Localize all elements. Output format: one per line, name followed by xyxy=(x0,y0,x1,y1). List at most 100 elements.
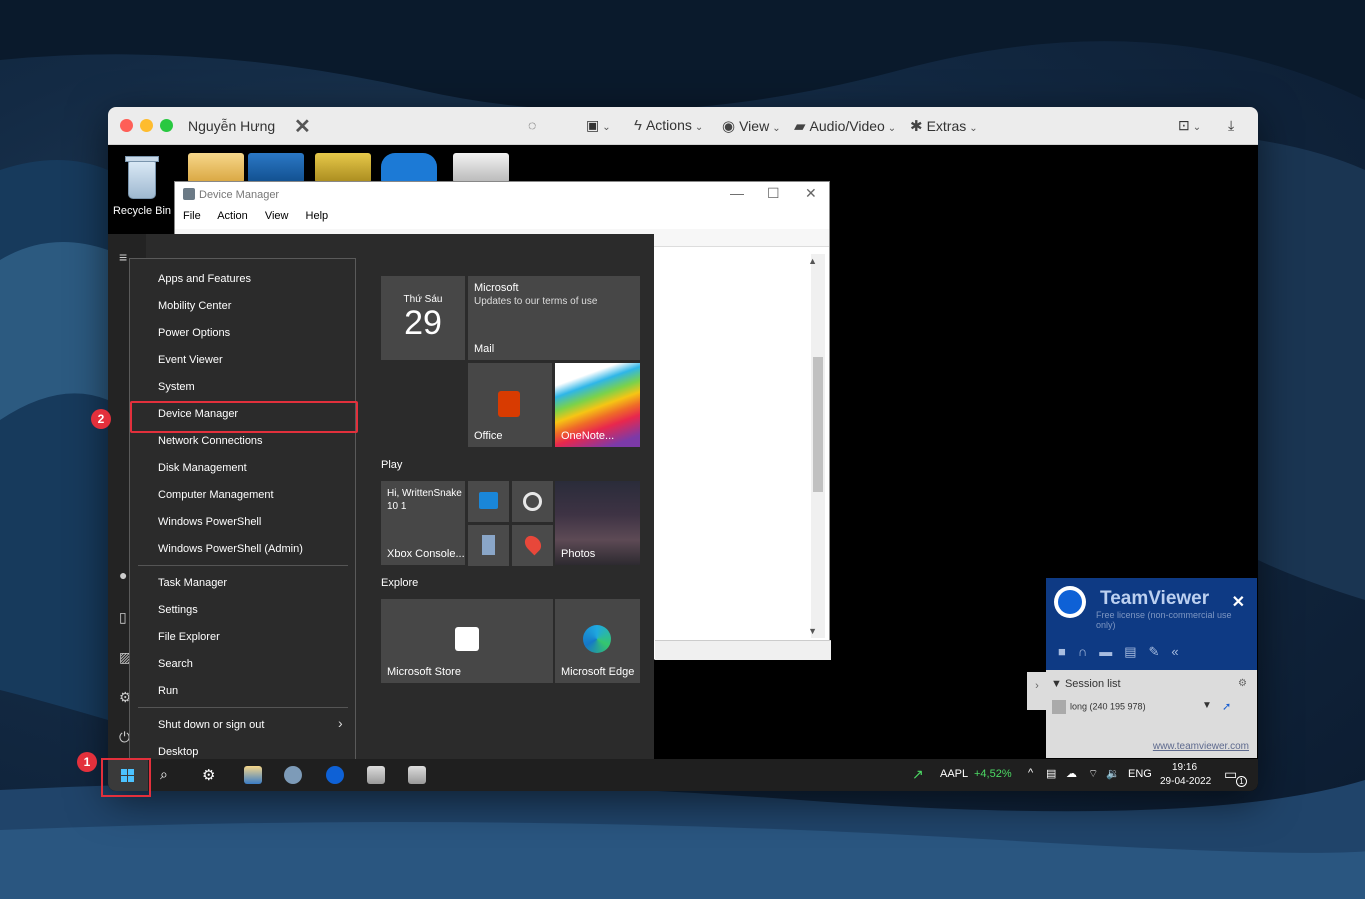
files-icon[interactable]: ▤ xyxy=(1124,644,1148,659)
device-manager-taskbar-icon-2[interactable] xyxy=(408,766,426,784)
session-panel-toggle[interactable]: › xyxy=(1027,672,1047,710)
photos-tile[interactable]: Photos xyxy=(555,481,640,565)
file-explorer-icon[interactable] xyxy=(248,153,304,183)
file-explorer-taskbar-icon[interactable] xyxy=(244,766,262,784)
horizontal-scrollbar[interactable] xyxy=(655,640,831,660)
actions-label: Actions xyxy=(645,117,692,133)
session-entry[interactable]: long (240 195 978) xyxy=(1052,700,1146,714)
menu-item-file-explorer[interactable]: File Explorer xyxy=(158,631,220,643)
actions-menu[interactable]: ϟ Actions ⌄ xyxy=(634,117,703,134)
menu-item-shut-down[interactable]: Shut down or sign out xyxy=(158,719,264,731)
tools-icon[interactable]: ✎ xyxy=(1149,644,1172,659)
maps-tile[interactable] xyxy=(512,525,553,566)
menu-item-search[interactable]: Search xyxy=(158,658,193,670)
menu-item-event-viewer[interactable]: Event Viewer xyxy=(158,354,223,366)
view-menu[interactable]: ◉ View ⌄ xyxy=(722,117,781,135)
shortcut-icon[interactable] xyxy=(315,153,371,183)
onenote-tile[interactable]: OneNote... xyxy=(555,363,640,447)
menu-item-apps-and-features[interactable]: Apps and Features xyxy=(158,273,251,285)
close-icon[interactable]: ✕ xyxy=(1232,592,1245,612)
scroll-up-icon[interactable]: ▲ xyxy=(808,256,817,266)
groove-tile[interactable] xyxy=(512,481,553,522)
volume-icon[interactable]: 🔉 xyxy=(1106,767,1120,791)
notifications-icon[interactable]: ▭ xyxy=(1224,766,1237,791)
device-manager-taskbar-icon[interactable] xyxy=(367,766,385,784)
collapse-icon[interactable]: « xyxy=(1171,644,1190,659)
cloud-app-icon[interactable] xyxy=(381,153,437,183)
office-tile[interactable]: Office xyxy=(468,363,552,447)
teamviewer-link[interactable]: www.teamviewer.com xyxy=(1153,741,1249,752)
teamviewer-name: TeamViewer xyxy=(1100,588,1210,609)
maximize-icon[interactable]: ☐ xyxy=(767,185,780,202)
microsoft-store-tile[interactable]: Microsoft Store xyxy=(381,599,553,683)
menu-item-task-manager[interactable]: Task Manager xyxy=(158,577,227,589)
movies-tile[interactable] xyxy=(468,481,509,522)
minimize-window-button[interactable] xyxy=(140,119,153,132)
menu-item-windows-powershell-admin[interactable]: Windows PowerShell (Admin) xyxy=(158,543,303,555)
language-indicator[interactable]: ENG xyxy=(1128,768,1152,791)
calculator-tile[interactable] xyxy=(468,525,509,566)
stock-trend-icon[interactable]: ↗ xyxy=(912,766,924,791)
teamviewer-license: Free license (non-commercial use only) xyxy=(1096,610,1232,630)
teamviewer-taskbar-icon[interactable] xyxy=(326,766,344,784)
search-icon[interactable]: ⌕ xyxy=(160,766,178,784)
clipboard-icon[interactable]: ▣ ⌄ xyxy=(586,117,611,134)
eye-icon: ◉ xyxy=(722,118,736,135)
video-icon[interactable]: ■ xyxy=(1058,644,1078,659)
extras-menu[interactable]: ✱ Extras ⌄ xyxy=(910,117,978,135)
menu-item-mobility-center[interactable]: Mobility Center xyxy=(158,300,231,312)
close-icon[interactable]: ✕ xyxy=(805,185,817,202)
menu-item-settings[interactable]: Settings xyxy=(158,604,198,616)
menu-help[interactable]: Help xyxy=(306,210,329,222)
menu-item-run[interactable]: Run xyxy=(158,685,178,697)
scrollbar-thumb[interactable] xyxy=(813,357,823,492)
extras-label: Extras xyxy=(926,118,967,134)
user-avatar-icon[interactable]: ● xyxy=(119,567,127,583)
refresh-icon[interactable]: ◌ xyxy=(528,117,536,133)
audio-video-label: Audio/Video xyxy=(809,118,885,134)
folder-icon[interactable] xyxy=(188,153,244,183)
screen-icon[interactable]: ⊡ ⌄ xyxy=(1178,117,1201,134)
menu-item-windows-powershell[interactable]: Windows PowerShell xyxy=(158,516,261,528)
settings-taskbar-icon[interactable]: ⚙ xyxy=(202,766,220,784)
session-list-header[interactable]: ▼ Session list xyxy=(1051,678,1121,690)
menu-item-network-connections[interactable]: Network Connections xyxy=(158,435,263,447)
network-adapter-icon[interactable]: ▤ xyxy=(1046,767,1056,791)
clock-date[interactable]: 29-04-2022 xyxy=(1160,776,1211,791)
minimize-icon[interactable]: — xyxy=(730,185,744,201)
gear-icon[interactable]: ⚙ xyxy=(1238,678,1247,689)
menu-item-disk-management[interactable]: Disk Management xyxy=(158,462,247,474)
menu-item-power-options[interactable]: Power Options xyxy=(158,327,230,339)
recycle-bin-icon[interactable]: Recycle Bin xyxy=(112,153,172,217)
puzzle-icon: ✱ xyxy=(910,118,923,135)
wifi-icon[interactable]: ⌔ xyxy=(1088,767,1098,791)
onedrive-icon[interactable]: ☁ xyxy=(1066,767,1077,791)
menu-view[interactable]: View xyxy=(265,210,289,222)
menu-item-desktop[interactable]: Desktop xyxy=(158,746,198,758)
menu-file[interactable]: File xyxy=(183,210,201,222)
documents-icon[interactable]: ▯ xyxy=(119,609,127,626)
close-session-icon[interactable]: ✕ xyxy=(294,114,311,139)
menu-action[interactable]: Action xyxy=(217,210,248,222)
settings-shortcut-icon[interactable] xyxy=(453,153,509,183)
dropdown-icon[interactable]: ▼ xyxy=(1202,700,1212,711)
microsoft-edge-tile[interactable]: Microsoft Edge xyxy=(555,599,640,683)
close-window-button[interactable] xyxy=(120,119,133,132)
cursor-icon[interactable]: ➚ xyxy=(1222,700,1231,713)
zoom-window-button[interactable] xyxy=(160,119,173,132)
xbox-tile[interactable]: Hi, WrittenSnake10 1 Xbox Console... xyxy=(381,481,465,565)
audio-video-menu[interactable]: ▰ Audio/Video ⌄ xyxy=(794,117,896,135)
scroll-down-icon[interactable]: ▼ xyxy=(808,626,817,636)
chevron-up-icon[interactable]: ^ xyxy=(1028,767,1033,791)
mail-tile[interactable]: Microsoft Updates to our terms of use Ma… xyxy=(468,276,640,360)
calendar-tile[interactable]: Thứ Sáu 29 xyxy=(381,276,465,360)
headset-icon[interactable]: ∩ xyxy=(1078,644,1099,659)
app-taskbar-icon[interactable] xyxy=(284,766,302,784)
download-icon[interactable]: ⤓ xyxy=(1228,117,1234,134)
menu-item-computer-management[interactable]: Computer Management xyxy=(158,489,274,501)
menu-item-system[interactable]: System xyxy=(158,381,195,393)
calculator-icon xyxy=(482,535,495,555)
hamburger-icon[interactable]: ≡ xyxy=(119,249,127,265)
calendar-date: 29 xyxy=(404,304,442,342)
chat-icon[interactable]: ▬ xyxy=(1099,644,1124,659)
